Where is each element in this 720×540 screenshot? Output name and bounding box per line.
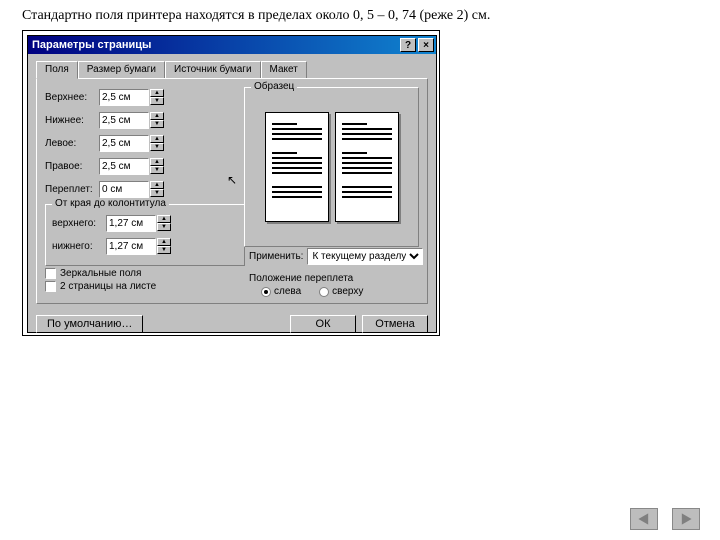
spin-down[interactable]: ▼ <box>150 166 164 174</box>
label-gutter: Переплет: <box>45 184 99 195</box>
spin-down[interactable]: ▼ <box>150 120 164 128</box>
screenshot-frame: Параметры страницы ? × Поля Размер бумаг… <box>22 30 440 336</box>
label-footer-distance: нижнего: <box>52 241 106 252</box>
input-footer-distance[interactable] <box>106 238 156 255</box>
radio-top-label: сверху <box>332 286 363 297</box>
slide-nav <box>630 508 700 530</box>
titlebar: Параметры страницы ? × <box>28 36 436 54</box>
spin-down[interactable]: ▼ <box>157 223 171 231</box>
input-right-margin[interactable] <box>99 158 149 175</box>
cancel-button[interactable]: Отмена <box>362 315 428 333</box>
radio-binding-top[interactable]: сверху <box>319 286 363 297</box>
ok-button[interactable]: ОК <box>290 315 356 333</box>
label-apply-to: Применить: <box>249 251 303 262</box>
label-top-margin: Верхнее: <box>45 92 99 103</box>
window-title: Параметры страницы <box>32 39 398 51</box>
dialog-window: Параметры страницы ? × Поля Размер бумаг… <box>27 35 437 333</box>
label-right-margin: Правое: <box>45 161 99 172</box>
radio-binding-left[interactable]: слева <box>261 286 301 297</box>
label-left-margin: Левое: <box>45 138 99 149</box>
input-gutter[interactable] <box>99 181 149 198</box>
spin-up[interactable]: ▲ <box>150 158 164 166</box>
tab-margins[interactable]: Поля <box>36 61 78 79</box>
spin-down[interactable]: ▼ <box>150 189 164 197</box>
default-button[interactable]: По умолчанию… <box>36 315 143 333</box>
binding-title: Положение переплета <box>249 273 353 284</box>
group-header-footer: От края до колонтитула верхнего: ▲▼ нижн… <box>45 204 245 266</box>
help-button[interactable]: ? <box>400 38 416 52</box>
spin-up[interactable]: ▲ <box>150 135 164 143</box>
check-mirror-label: Зеркальные поля <box>60 268 141 279</box>
tab-layout[interactable]: Макет <box>261 61 307 79</box>
input-top-margin[interactable] <box>99 89 149 106</box>
spin-up[interactable]: ▲ <box>150 181 164 189</box>
next-arrow-button[interactable] <box>672 508 700 530</box>
label-bottom-margin: Нижнее: <box>45 115 99 126</box>
cursor-icon: ↖ <box>227 173 237 187</box>
checkbox-icon <box>45 268 56 279</box>
checkbox-icon <box>45 281 56 292</box>
input-header-distance[interactable] <box>106 215 156 232</box>
tab-panel: Верхнее: ▲▼ Нижнее: ▲▼ <box>36 78 428 304</box>
input-bottom-margin[interactable] <box>99 112 149 129</box>
check-two-pages-label: 2 страницы на листе <box>60 281 156 292</box>
preview-page-left <box>265 112 329 222</box>
spin-down[interactable]: ▼ <box>157 246 171 254</box>
spin-up[interactable]: ▲ <box>150 112 164 120</box>
check-mirror-margins[interactable]: Зеркальные поля <box>45 268 245 279</box>
tab-paper-source[interactable]: Источник бумаги <box>165 61 261 79</box>
group-header-footer-title: От края до колонтитула <box>52 198 169 209</box>
label-header-distance: верхнего: <box>52 218 106 229</box>
preview-title: Образец <box>251 81 297 92</box>
spin-up[interactable]: ▲ <box>157 215 171 223</box>
tab-paper-size[interactable]: Размер бумаги <box>78 61 165 79</box>
prev-arrow-button[interactable] <box>630 508 658 530</box>
spin-down[interactable]: ▼ <box>150 97 164 105</box>
preview-page-right <box>335 112 399 222</box>
input-left-margin[interactable] <box>99 135 149 152</box>
check-two-pages[interactable]: 2 страницы на листе <box>45 281 245 292</box>
spin-up[interactable]: ▲ <box>150 89 164 97</box>
spin-up[interactable]: ▲ <box>157 238 171 246</box>
preview-group: Образец <box>244 87 419 247</box>
tab-strip: Поля Размер бумаги Источник бумаги Макет <box>36 60 428 78</box>
radio-left-label: слева <box>274 286 301 297</box>
spin-down[interactable]: ▼ <box>150 143 164 151</box>
close-button[interactable]: × <box>418 38 434 52</box>
page-caption: Стандартно поля принтера находятся в пре… <box>0 0 720 30</box>
radio-icon <box>319 287 329 297</box>
radio-icon <box>261 287 271 297</box>
select-apply-to[interactable]: К текущему разделу <box>307 248 423 265</box>
